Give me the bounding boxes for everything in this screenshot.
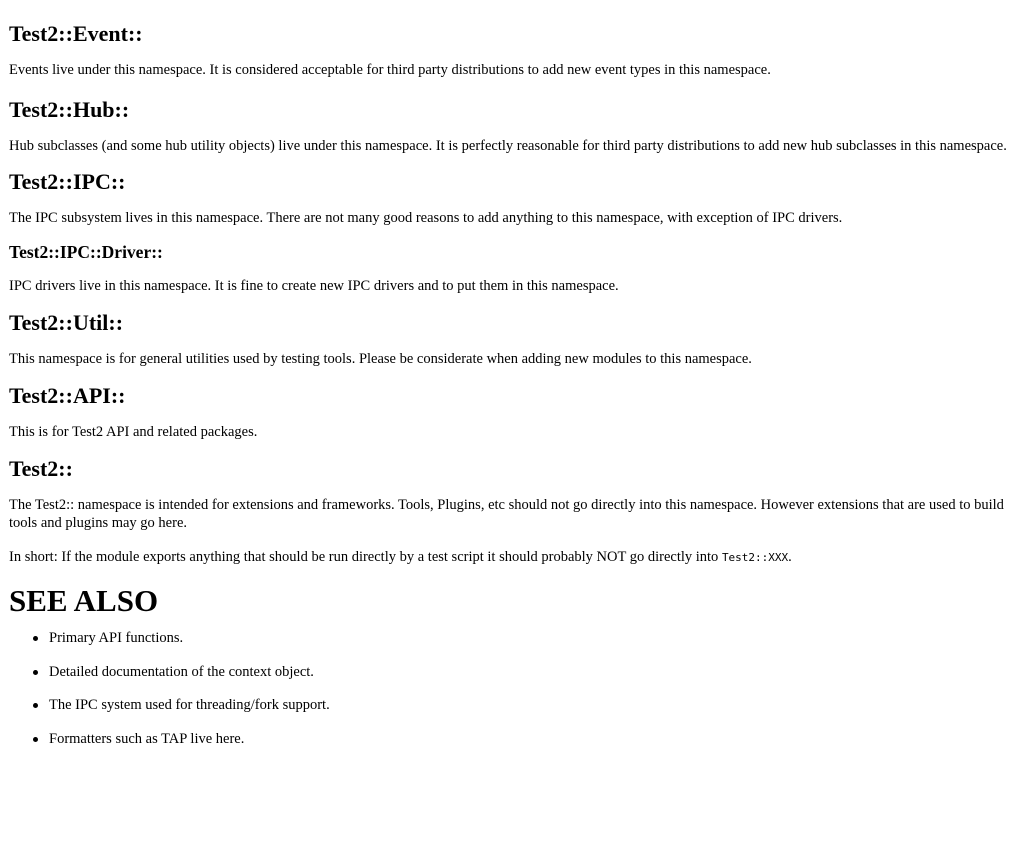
- section-paragraph-util: This namespace is for general utilities …: [9, 351, 752, 367]
- section-heading-ipc-driver: Test2::IPC::Driver::: [9, 242, 163, 262]
- see-also-item-context[interactable]: Detailed documentation of the context ob…: [33, 663, 1015, 681]
- section-paragraph-hub: Hub subclasses (and some hub utility obj…: [9, 138, 1007, 154]
- section-paragraph-ipc-driver: IPC drivers live in this namespace. It i…: [9, 278, 619, 294]
- section-heading-test2: Test2::: [9, 456, 73, 481]
- see-also-item-api[interactable]: Primary API functions.: [33, 629, 1015, 647]
- section-heading-event: Test2::Event::: [9, 21, 143, 46]
- section-heading-util: Test2::Util::: [9, 310, 124, 335]
- section-paragraph-ipc: The IPC subsystem lives in this namespac…: [9, 210, 843, 226]
- section-paragraph-event: Events live under this namespace. It is …: [9, 62, 771, 78]
- in-short-text: In short: If the module exports anything…: [9, 549, 722, 565]
- section-paragraph-test2: The Test2:: namespace is intended for ex…: [9, 497, 1004, 531]
- see-also-list: Primary API functions. Detailed document…: [9, 619, 1015, 748]
- in-short-suffix: .: [788, 549, 792, 565]
- document-page: Test2::Event:: Events live under this na…: [0, 0, 1024, 748]
- section-paragraph-api: This is for Test2 API and related packag…: [9, 424, 258, 440]
- section-paragraph-in-short: In short: If the module exports anything…: [9, 532, 1015, 567]
- section-heading-hub: Test2::Hub::: [9, 97, 130, 122]
- section-heading-api: Test2::API::: [9, 383, 126, 408]
- section-heading-ipc: Test2::IPC::: [9, 169, 126, 194]
- inline-code-test2-xxx: Test2::XXX: [721, 551, 789, 564]
- see-also-item-ipc[interactable]: The IPC system used for threading/fork s…: [33, 696, 1015, 714]
- see-also-heading: SEE ALSO: [9, 583, 159, 618]
- see-also-item-formatters[interactable]: Formatters such as TAP live here.: [33, 730, 1015, 748]
